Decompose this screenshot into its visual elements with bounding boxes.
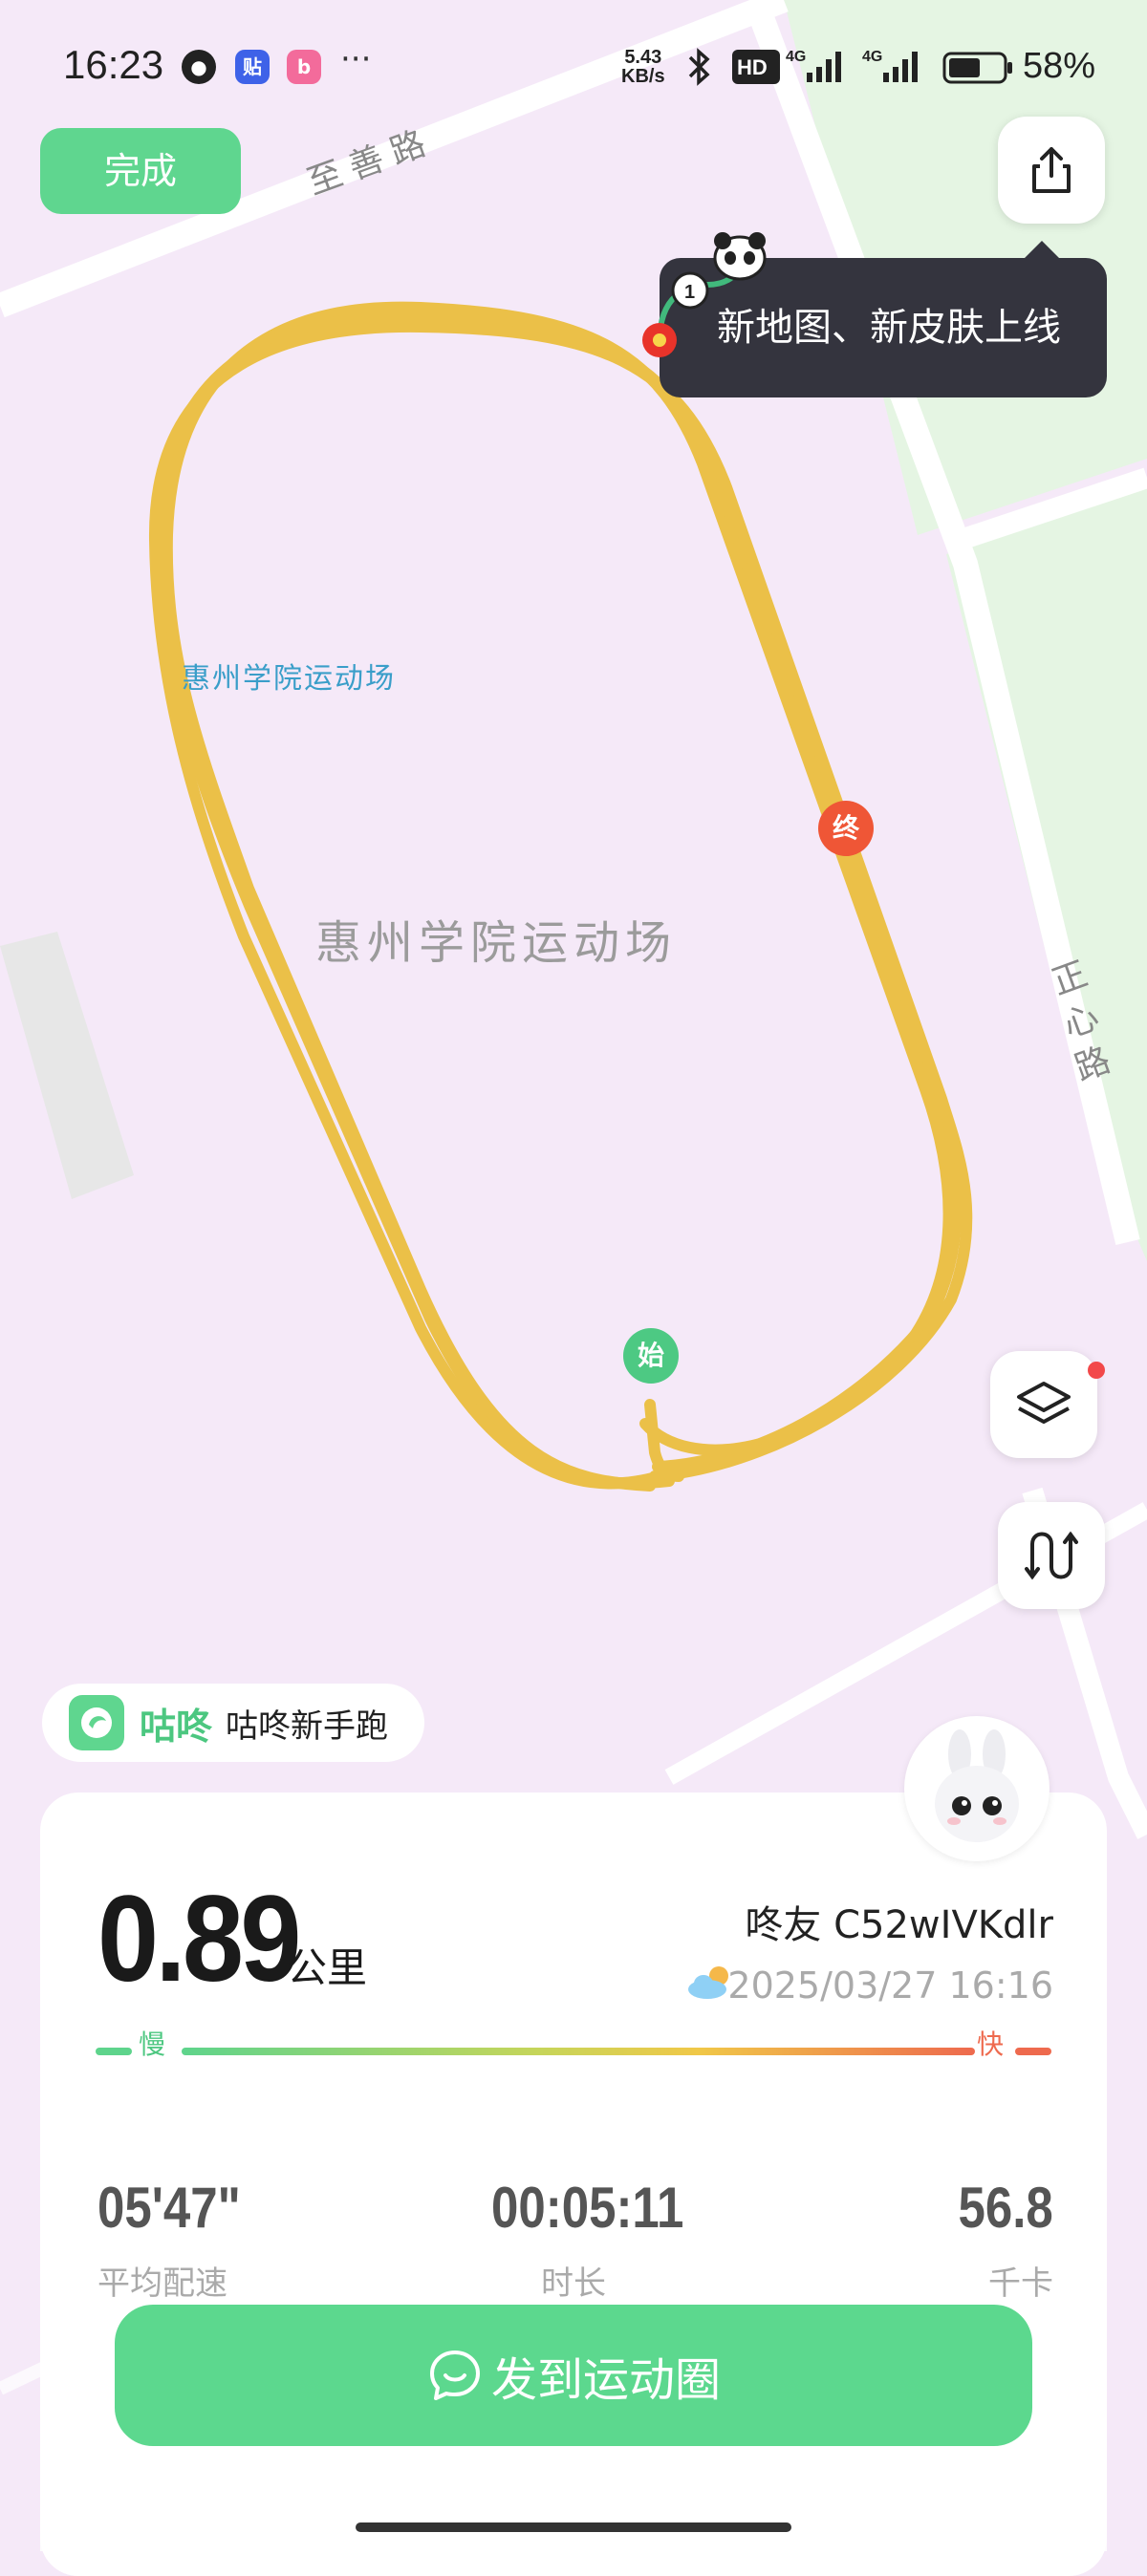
- qq-icon: ●: [182, 50, 216, 84]
- svg-text:HD: HD: [737, 55, 768, 79]
- share-button[interactable]: [998, 117, 1105, 224]
- start-marker[interactable]: 始: [623, 1328, 679, 1384]
- bilibili-icon: b: [287, 50, 321, 84]
- more-notifications-icon: ···: [340, 40, 372, 78]
- calories-value: 56.8: [958, 2176, 1053, 2240]
- end-marker[interactable]: 终: [818, 801, 874, 856]
- net-speed-value: 5.43: [624, 47, 662, 68]
- layers-icon: [1017, 1382, 1071, 1424]
- username[interactable]: 咚友 C52wIVKdlr: [745, 1894, 1053, 1949]
- start-marker-label: 始: [637, 1340, 664, 1371]
- codoon-logo-icon: [69, 1695, 124, 1750]
- tieba-icon: 贴: [235, 50, 270, 84]
- avg-pace-value: 05'47": [97, 2176, 241, 2240]
- badge-brand: 咕咚: [140, 1705, 213, 1748]
- bluetooth-icon: [688, 48, 710, 86]
- layers-button[interactable]: [990, 1351, 1097, 1458]
- bunny-avatar-icon: [935, 1729, 1019, 1842]
- done-button[interactable]: 完成: [40, 128, 241, 214]
- net-speed-unit: KB/s: [621, 66, 665, 87]
- end-marker-label: 终: [832, 812, 859, 844]
- status-time: 16:23: [63, 42, 164, 87]
- post-to-feed-button[interactable]: 发到运动圈: [115, 2305, 1032, 2446]
- signal-4g-icon-1: 4G: [786, 49, 841, 82]
- duration-value: 00:05:11: [491, 2176, 684, 2240]
- distance-unit: 公里: [287, 1944, 368, 1991]
- route-icon: [1025, 1531, 1078, 1580]
- avg-pace-label: 平均配速: [97, 2265, 227, 2303]
- signal-4g-icon-2: 4G: [862, 49, 918, 82]
- distance-value: 0.89: [97, 1871, 301, 2007]
- status-bar: 16:23 ● 贴 b ··· 5.43 KB/s HD 4G 4G 58%: [0, 0, 1147, 134]
- run-datetime: 2025/03/27 16:16: [727, 1964, 1053, 2007]
- pace-gradient-bar: [96, 2048, 1051, 2055]
- duration-label: 时长: [541, 2265, 606, 2303]
- hd-icon: HD: [732, 50, 780, 84]
- svg-text:1: 1: [684, 282, 695, 303]
- chat-bubble-icon: [429, 2351, 480, 2400]
- calories-label: 千卡: [988, 2265, 1053, 2303]
- battery-icon: [942, 52, 1012, 84]
- panda-mascot-icon: 1: [642, 232, 767, 357]
- avatar[interactable]: [904, 1716, 1050, 1861]
- svg-text:4G: 4G: [862, 49, 882, 65]
- pace-slow-label: 慢: [139, 2029, 166, 2060]
- route-toggle-button[interactable]: [998, 1502, 1105, 1609]
- share-icon: [1032, 147, 1071, 193]
- codoon-badge[interactable]: 咕咚 咕咚新手跑: [42, 1684, 424, 1762]
- badge-title: 咕咚新手跑: [226, 1707, 389, 1746]
- net-speed: 5.43 KB/s: [621, 48, 665, 86]
- post-to-feed-label: 发到运动圈: [490, 2353, 721, 2407]
- battery-percent: 58%: [1023, 46, 1096, 86]
- venue-label-small: 惠州学院运动场: [182, 662, 396, 696]
- svg-text:4G: 4G: [786, 49, 806, 65]
- pace-fast-label: 快: [977, 2029, 1005, 2060]
- home-indicator[interactable]: [356, 2522, 791, 2532]
- layers-notification-dot: [1088, 1362, 1105, 1379]
- venue-label-big: 惠州学院运动场: [315, 916, 678, 970]
